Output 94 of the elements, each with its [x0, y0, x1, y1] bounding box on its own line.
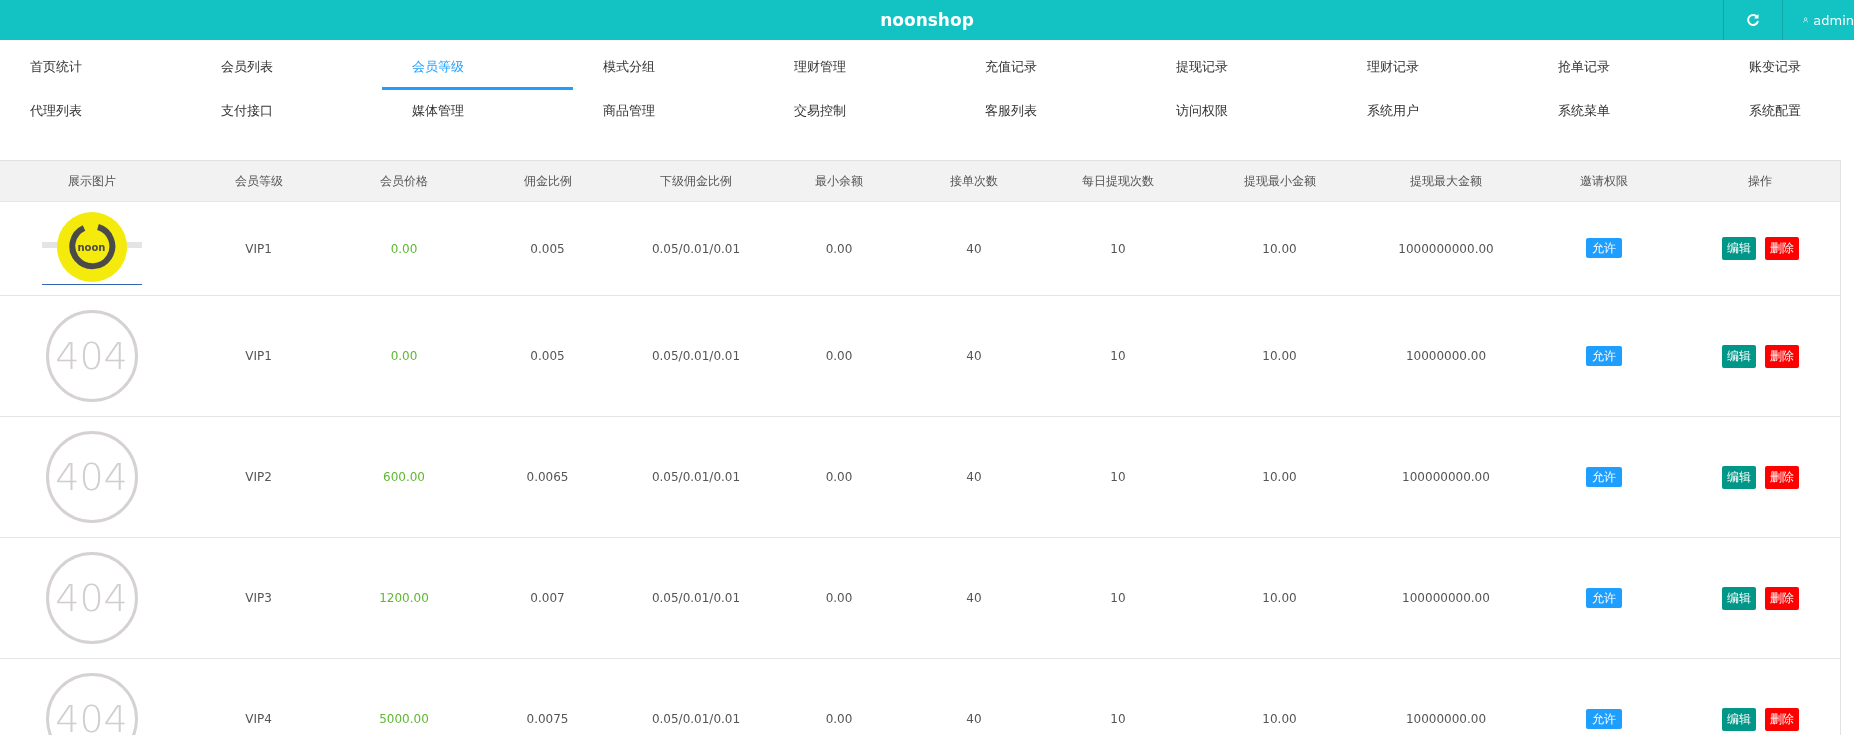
nav-tab[interactable]: 商品管理: [573, 90, 764, 134]
site-title: noonshop: [880, 10, 974, 30]
table-cell: 0.007: [530, 591, 565, 605]
column-header: 佣金比例: [474, 161, 621, 202]
permission-badge: 允许: [1586, 466, 1622, 487]
delete-button[interactable]: 删除: [1764, 344, 1799, 368]
table-cell: 10: [1110, 349, 1126, 363]
price-cell: 600.00: [383, 470, 425, 484]
table-cell: 10.00: [1262, 591, 1297, 605]
column-header: 提现最大金额: [1364, 161, 1528, 202]
level-cell: VIP3: [245, 591, 272, 605]
table-cell: 10: [1110, 591, 1126, 605]
nav-tab[interactable]: 账变记录: [1719, 46, 1854, 90]
edit-button[interactable]: 编辑: [1721, 465, 1756, 489]
table-cell: 40: [966, 470, 982, 484]
table-cell: 0.05/0.01/0.01: [651, 349, 741, 363]
column-header: 会员价格: [334, 161, 474, 202]
nav-tab[interactable]: 系统菜单: [1528, 90, 1719, 134]
nav-tab[interactable]: 抢单记录: [1528, 46, 1719, 90]
table-cell: 100000000.00: [1402, 470, 1490, 484]
table-cell: 40: [966, 349, 982, 363]
table-cell: 40: [966, 591, 982, 605]
table-cell: 10.00: [1262, 349, 1297, 363]
level-cell: VIP1: [245, 349, 272, 363]
table-cell: 1000000000.00: [1398, 241, 1494, 256]
edit-button[interactable]: 编辑: [1721, 707, 1756, 731]
nav-tab[interactable]: 系统配置: [1719, 90, 1854, 134]
nav-tab[interactable]: 客服列表: [955, 90, 1146, 134]
nav-tab[interactable]: 提现记录: [1146, 46, 1337, 90]
nav-tab[interactable]: 首页统计: [0, 46, 191, 90]
nav-tab[interactable]: 交易控制: [764, 90, 955, 134]
column-header: 会员等级: [183, 161, 334, 202]
table-cell: 0.05/0.01/0.01: [651, 470, 741, 484]
table-cell: 10.00: [1262, 241, 1297, 256]
level-cell: VIP1: [245, 241, 272, 256]
delete-button[interactable]: 删除: [1764, 707, 1799, 731]
table-cell: 0.00: [825, 712, 853, 726]
column-header: 操作: [1680, 161, 1840, 202]
table-cell: 10: [1110, 470, 1126, 484]
column-header: 下级佣金比例: [621, 161, 771, 202]
table-cell: 10.00: [1262, 712, 1297, 726]
table-cell: 0.00: [825, 591, 853, 605]
table-cell: 0.05/0.01/0.01: [651, 712, 741, 726]
nav-tab[interactable]: 系统用户: [1337, 90, 1528, 134]
price-cell: 1200.00: [379, 591, 429, 605]
delete-button[interactable]: 删除: [1764, 465, 1799, 489]
refresh-icon: [1746, 13, 1760, 27]
price-cell: 0.00: [390, 241, 418, 256]
nav-tab[interactable]: 访问权限: [1146, 90, 1337, 134]
nav-tab[interactable]: 充值记录: [955, 46, 1146, 90]
nav-tab[interactable]: 会员列表: [191, 46, 382, 90]
nav-tab[interactable]: 代理列表: [0, 90, 191, 134]
table-cell: 10000000.00: [1405, 712, 1487, 726]
table-cell: 0.00: [825, 470, 853, 484]
table-cell: 100000000.00: [1402, 591, 1490, 605]
nav-tab[interactable]: 支付接口: [191, 90, 382, 134]
delete-button[interactable]: 删除: [1764, 237, 1799, 260]
permission-badge: 允许: [1586, 708, 1622, 729]
edit-button[interactable]: 编辑: [1721, 237, 1756, 260]
table-cell: 0.0075: [526, 712, 569, 726]
table-cell: 40: [966, 241, 982, 256]
table-cell: 0.005: [530, 241, 565, 256]
nav-tab[interactable]: 理财管理: [764, 46, 955, 90]
table-cell: 10.00: [1262, 470, 1297, 484]
table-cell: 0.05/0.01/0.01: [651, 591, 741, 605]
nav-tab[interactable]: 理财记录: [1337, 46, 1528, 90]
level-cell: VIP2: [245, 470, 272, 484]
permission-badge: 允许: [1586, 587, 1622, 608]
table-cell: 0.00: [825, 241, 853, 256]
table-cell: 0.005: [530, 349, 565, 363]
column-header: 每日提现次数: [1041, 161, 1195, 202]
table-cell: 0.05/0.01/0.01: [651, 241, 741, 256]
edit-button[interactable]: 编辑: [1721, 344, 1756, 368]
permission-badge: 允许: [1586, 238, 1622, 258]
price-cell: 0.00: [390, 349, 418, 363]
table-cell: 40: [966, 712, 982, 726]
nav-tab[interactable]: 媒体管理: [382, 90, 573, 134]
column-header: 邀请权限: [1528, 161, 1680, 202]
delete-button[interactable]: 删除: [1764, 586, 1799, 610]
table-cell: 10: [1110, 712, 1126, 726]
table-cell: 10000000.00: [1405, 349, 1487, 363]
column-header: 提现最小金额: [1195, 161, 1364, 202]
column-header: 接单次数: [907, 161, 1041, 202]
table-cell: 0.0065: [526, 470, 569, 484]
permission-badge: 允许: [1586, 345, 1622, 366]
table-cell: 0.00: [825, 349, 853, 363]
column-header: 展示图片: [0, 161, 183, 202]
edit-button[interactable]: 编辑: [1721, 586, 1756, 610]
nav-tab[interactable]: 模式分组: [573, 46, 764, 90]
logo-image: noon: [41, 212, 142, 285]
price-cell: 5000.00: [379, 712, 429, 726]
level-cell: VIP4: [245, 712, 272, 726]
column-header: 最小余额: [771, 161, 907, 202]
table-cell: 10: [1110, 241, 1126, 256]
